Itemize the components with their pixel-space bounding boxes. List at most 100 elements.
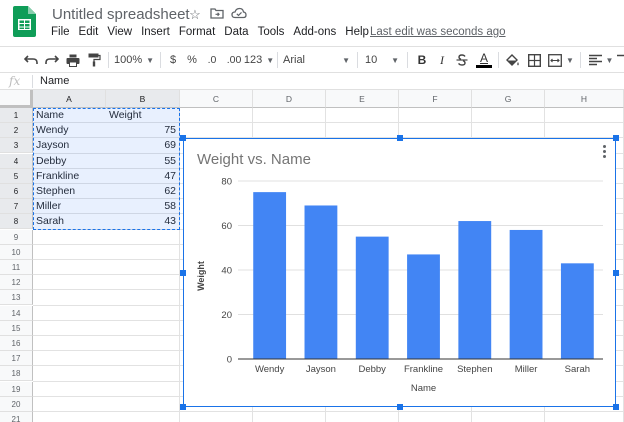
row-header-19[interactable]: 19	[0, 381, 33, 397]
row-header-9[interactable]: 9	[0, 229, 33, 245]
menu-format[interactable]: Format	[179, 26, 215, 38]
column-header-d[interactable]: D	[253, 90, 326, 108]
row-header-18[interactable]: 18	[0, 366, 33, 382]
cell-b3[interactable]: 69	[106, 138, 179, 153]
chart-more-options-icon[interactable]	[603, 145, 607, 159]
row-header-21[interactable]: 21	[0, 412, 33, 422]
row-header-11[interactable]: 11	[0, 260, 33, 275]
resize-handle[interactable]	[613, 404, 619, 410]
y-tick-label: 20	[221, 310, 232, 321]
sheets-logo-icon[interactable]	[13, 6, 36, 37]
menu-addons[interactable]: Add-ons	[293, 26, 336, 38]
cloud-status-icon[interactable]	[231, 7, 247, 23]
resize-handle[interactable]	[396, 135, 403, 141]
row-header-5[interactable]: 5	[0, 168, 33, 184]
star-icon[interactable]: ☆	[187, 7, 203, 23]
increase-decimal-button[interactable]: .00	[224, 51, 244, 69]
row-header-20[interactable]: 20	[0, 396, 33, 412]
horizontal-align-select[interactable]: ▼	[586, 51, 616, 69]
zoom-select[interactable]: 100% ▼	[113, 51, 155, 69]
cell-b1[interactable]: Weight	[106, 108, 179, 123]
cell-b6[interactable]: 62	[106, 184, 179, 199]
menu-edit[interactable]: Edit	[79, 26, 99, 38]
column-header-a[interactable]: A	[33, 90, 106, 108]
row-header-7[interactable]: 7	[0, 199, 33, 215]
document-title[interactable]: Untitled spreadsheet	[52, 6, 190, 23]
menu-tools[interactable]: Tools	[258, 26, 285, 38]
undo-icon[interactable]	[22, 51, 40, 69]
embedded-chart[interactable]: Weight vs. Name 0 20 40 60 80 Wendy Jayson Debby…	[180, 135, 619, 410]
row-header-17[interactable]: 17	[0, 351, 33, 367]
resize-handle[interactable]	[180, 404, 186, 410]
more-formats-select[interactable]: 123 ▼	[243, 51, 275, 69]
italic-button[interactable]: I	[434, 51, 450, 69]
row-header-14[interactable]: 14	[0, 305, 33, 321]
menu-data[interactable]: Data	[224, 26, 248, 38]
cell-a8[interactable]: Sarah	[33, 214, 105, 229]
cell-a7[interactable]: Miller	[33, 199, 105, 214]
menu-help[interactable]: Help	[345, 26, 369, 38]
column-header-g[interactable]: G	[472, 90, 545, 108]
cell-a4[interactable]: Debby	[33, 154, 105, 169]
chevron-down-icon: ▼	[342, 55, 350, 65]
row-header-4[interactable]: 4	[0, 153, 33, 169]
resize-handle[interactable]	[180, 135, 186, 141]
row-header-1[interactable]: 1	[0, 108, 33, 123]
bold-button[interactable]: B	[414, 51, 430, 69]
resize-handle[interactable]	[613, 135, 619, 141]
menu-insert[interactable]: Insert	[141, 26, 170, 38]
chart-title: Weight vs. Name	[197, 151, 311, 168]
column-header-h[interactable]: H	[545, 90, 624, 108]
row-header-3[interactable]: 3	[0, 138, 33, 154]
merge-cells-select[interactable]: ▼	[546, 51, 576, 69]
last-edit-link[interactable]: Last edit was seconds ago	[370, 26, 506, 38]
decrease-decimal-button[interactable]: .0	[203, 51, 221, 69]
redo-icon[interactable]	[43, 51, 61, 69]
cell-a3[interactable]: Jayson	[33, 138, 105, 153]
menu-file[interactable]: File	[51, 26, 70, 38]
column-header-c[interactable]: C	[180, 90, 253, 108]
row-header-2[interactable]: 2	[0, 123, 33, 139]
resize-handle[interactable]	[613, 269, 619, 276]
resize-handle[interactable]	[180, 269, 186, 276]
text-color-button[interactable]: A	[475, 51, 493, 69]
currency-button[interactable]: $	[166, 51, 180, 69]
cell-b5[interactable]: 47	[106, 169, 179, 184]
chevron-down-icon: ▼	[266, 55, 275, 65]
row-header-12[interactable]: 12	[0, 275, 33, 291]
cell-a5[interactable]: Frankline	[33, 169, 105, 184]
column-header-b[interactable]: B	[106, 90, 180, 108]
paint-format-icon[interactable]	[85, 51, 103, 69]
resize-handle[interactable]	[396, 404, 403, 410]
more-formats-label: 123	[243, 54, 263, 66]
row-header-6[interactable]: 6	[0, 184, 33, 199]
row-header-16[interactable]: 16	[0, 336, 33, 351]
row-header-15[interactable]: 15	[0, 320, 33, 336]
row-header-8[interactable]: 8	[0, 214, 33, 230]
percent-button[interactable]: %	[185, 51, 199, 69]
print-icon[interactable]	[64, 51, 82, 69]
fill-color-icon[interactable]	[503, 51, 521, 69]
cell-b7[interactable]: 58	[106, 199, 179, 214]
bar-wendy	[253, 192, 287, 359]
column-header-e[interactable]: E	[326, 90, 399, 108]
cell-a1[interactable]: Name	[33, 108, 105, 123]
vertical-align-icon[interactable]	[617, 51, 624, 69]
cell-b2[interactable]: 75	[106, 123, 179, 138]
formula-input[interactable]: Name	[40, 75, 69, 87]
font-size-select[interactable]: 10 ▼	[362, 51, 402, 69]
cell-a6[interactable]: Stephen	[33, 184, 105, 199]
cell-a2[interactable]: Wendy	[33, 123, 105, 138]
column-header-f[interactable]: F	[399, 90, 472, 108]
borders-icon[interactable]	[525, 51, 543, 69]
cell-b8[interactable]: 43	[106, 214, 179, 229]
row-header-10[interactable]: 10	[0, 244, 33, 260]
x-axis-title: Name	[411, 383, 436, 394]
cell-b4[interactable]: 55	[106, 154, 179, 169]
font-family-select[interactable]: Arial ▼	[283, 51, 353, 69]
strikethrough-icon[interactable]	[454, 51, 470, 69]
move-folder-icon[interactable]	[209, 7, 225, 23]
menu-view[interactable]: View	[107, 26, 132, 38]
row-header-13[interactable]: 13	[0, 290, 33, 306]
select-all-corner[interactable]	[0, 90, 33, 108]
